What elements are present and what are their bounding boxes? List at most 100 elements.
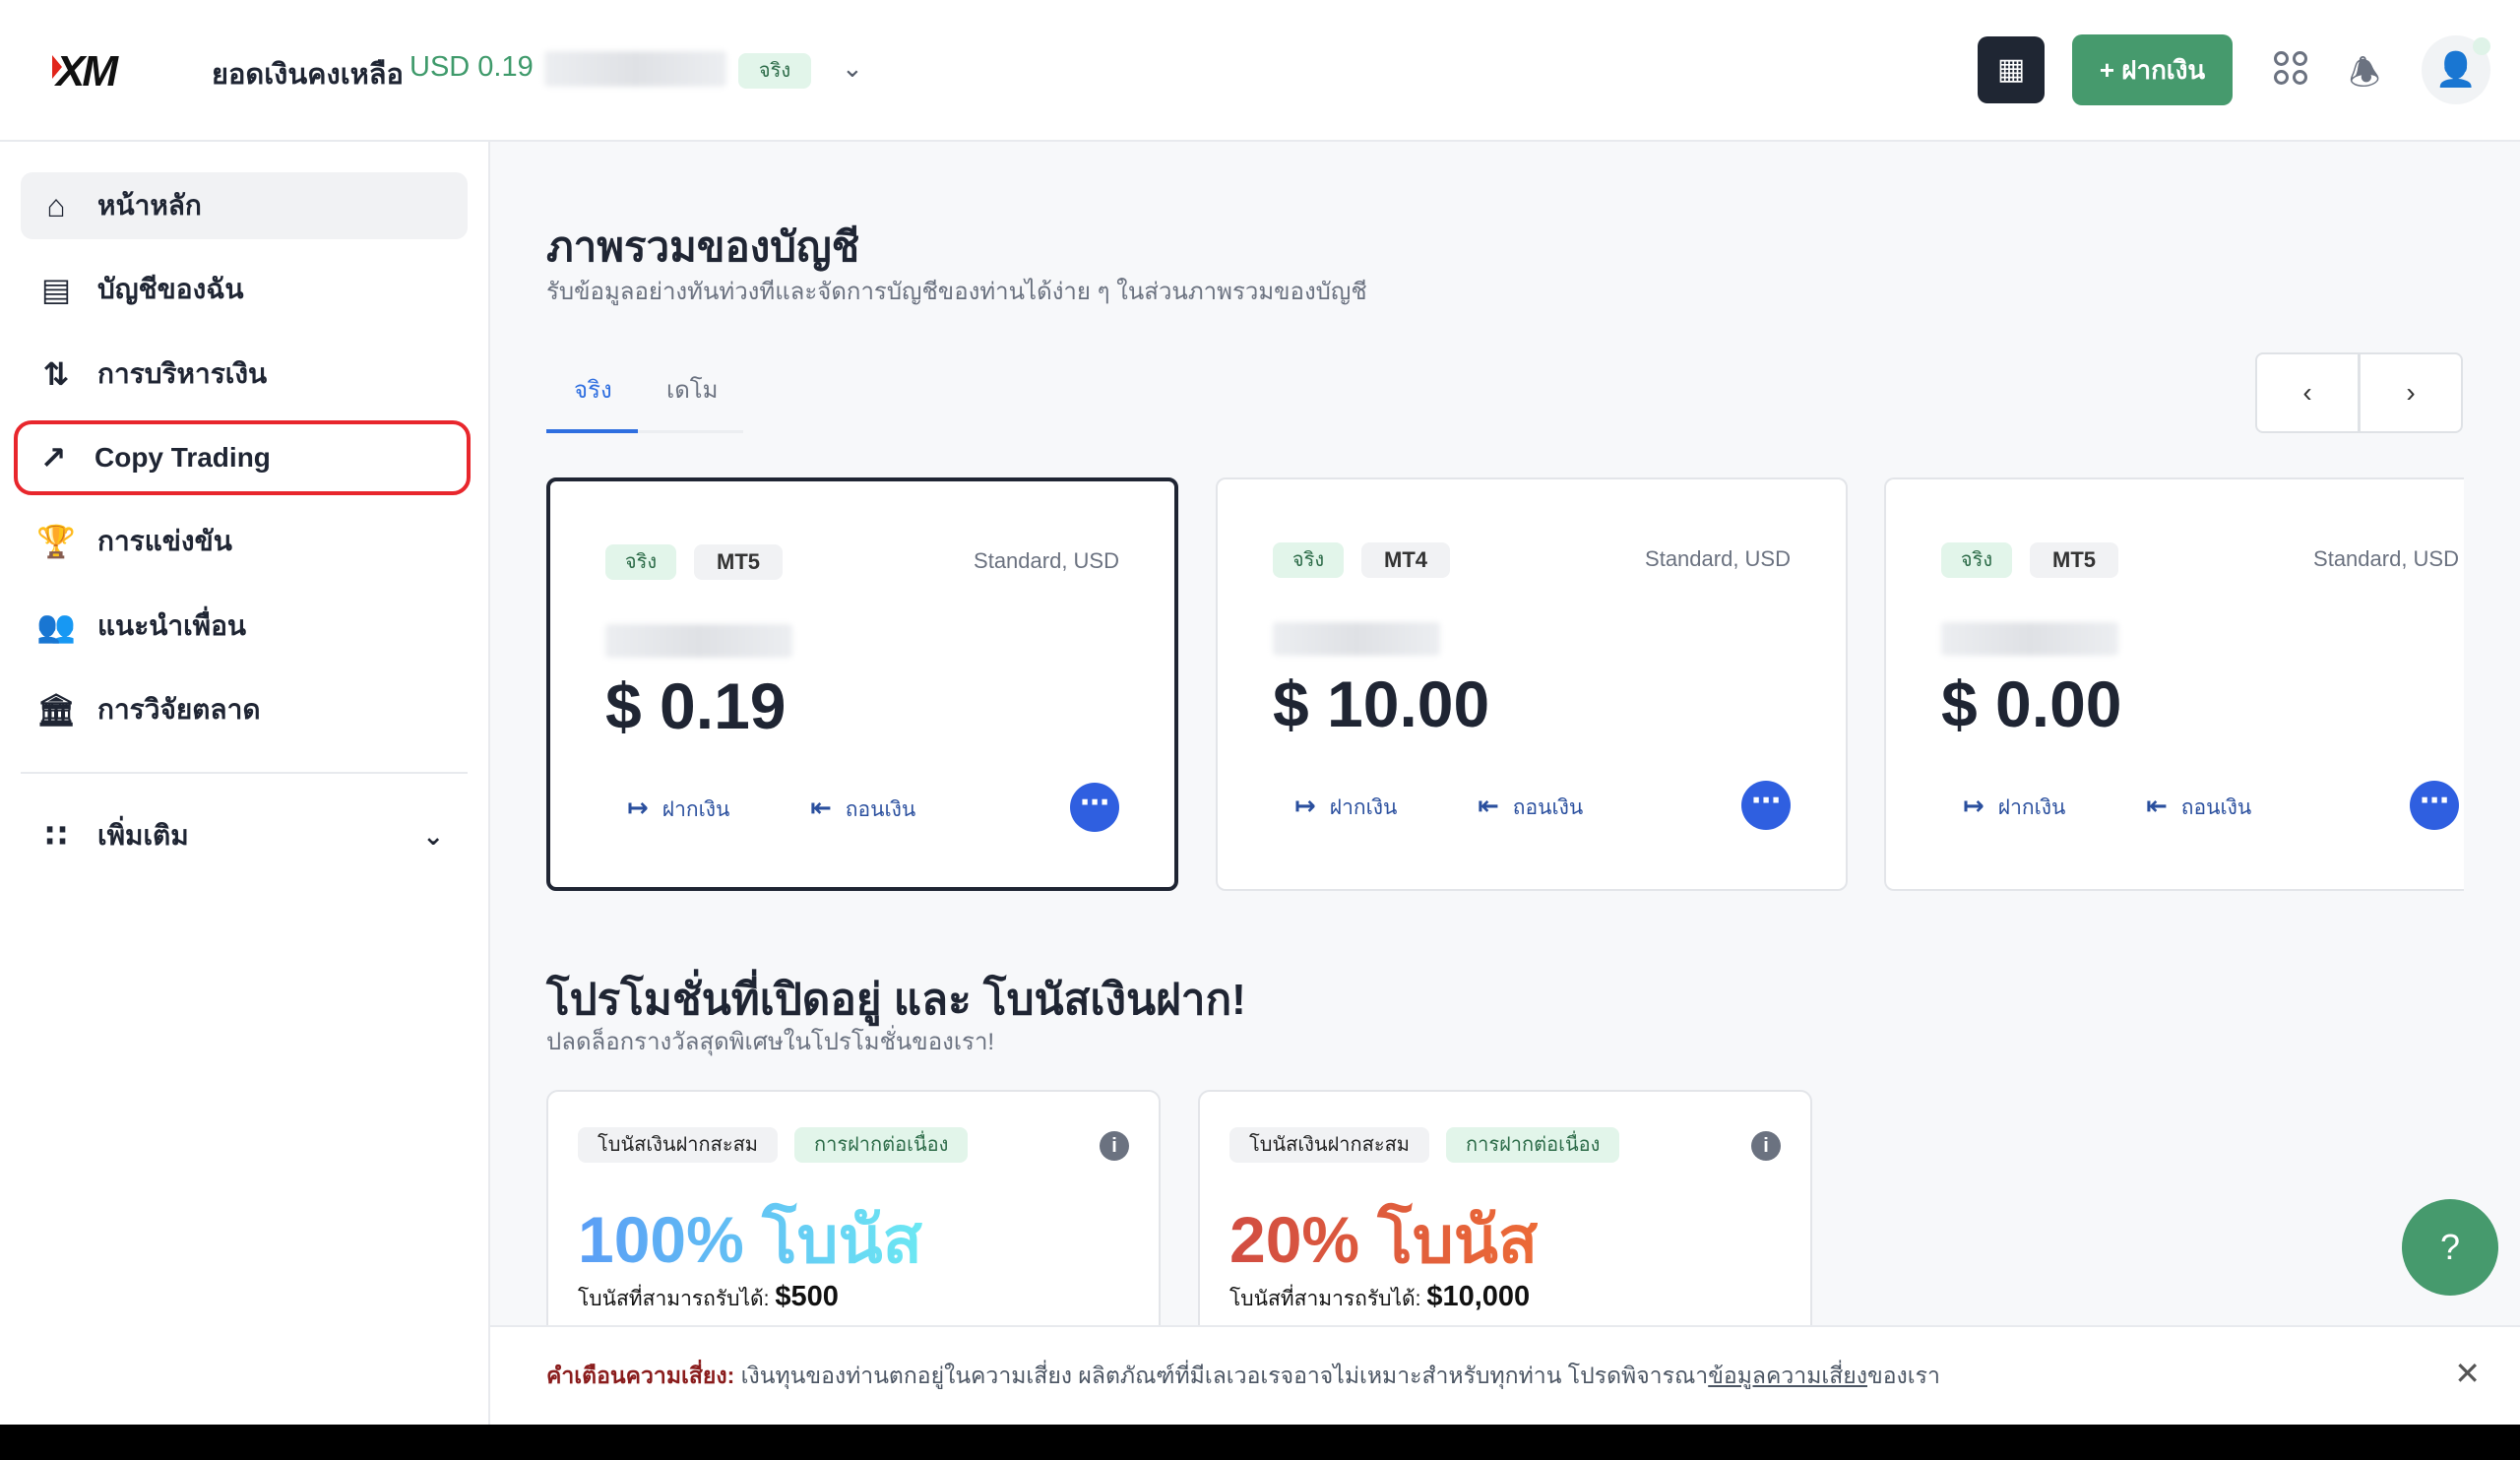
- sidebar-item-funds[interactable]: ⇅ การบริหารเงิน: [21, 341, 468, 408]
- sidebar-item-more[interactable]: ∷ เพิ่มเติม ⌄: [21, 802, 468, 869]
- promo-headline: 100% โบนัส: [578, 1188, 922, 1292]
- apps-grid-icon: ∷: [44, 818, 68, 854]
- promo-card[interactable]: โบนัสเงินฝากสะสม การฝากต่อเนื่อง i 20% โ…: [1198, 1090, 1812, 1365]
- promotions-subtitle: ปลดล็อกรางวัลสุดพิเศษในโปรโมชั่นของเรา!: [546, 1029, 995, 1055]
- more-options-button[interactable]: ⋯: [1741, 781, 1791, 830]
- deposit-label: ฝากเงิน: [1997, 796, 2066, 819]
- sidebar-divider: [21, 772, 468, 774]
- bank-icon: 🏛: [36, 692, 77, 728]
- promo-max-bonus: โบนัสที่สามารถรับได้: $10,000: [1229, 1281, 1530, 1315]
- warning-body: เงินทุนของท่านตกอยู่ในความเสี่ยง ผลิตภัณ…: [734, 1363, 1709, 1388]
- next-button[interactable]: ›: [2359, 352, 2463, 433]
- platform-badge: MT5: [694, 544, 783, 580]
- deposit-icon: ↦: [627, 793, 649, 822]
- sidebar-item-label: การแข่งขัน: [97, 526, 232, 556]
- sidebar-item-research[interactable]: 🏛 การวิจัยตลาด: [21, 676, 468, 743]
- account-type: Standard, USD: [974, 548, 1119, 573]
- active-tab-indicator: [546, 429, 638, 433]
- promo-tag: โบนัสเงินฝากสะสม: [578, 1127, 778, 1163]
- balance-label: ยอดเงินคงเหลือ: [212, 59, 404, 91]
- prev-button[interactable]: ‹: [2255, 352, 2360, 433]
- account-type-badge: จริง: [1941, 542, 2012, 578]
- account-number-blurred: [1941, 622, 2118, 656]
- withdraw-link[interactable]: ⇤ ถอนเงิน: [810, 793, 915, 826]
- sidebar-item-label: แนะนำเพื่อน: [97, 610, 247, 641]
- withdraw-link[interactable]: ⇤ ถอนเงิน: [2146, 791, 2251, 824]
- info-icon[interactable]: i: [1751, 1131, 1781, 1161]
- sidebar-item-my-accounts[interactable]: ▤ บัญชีของฉัน: [21, 256, 468, 323]
- account-card[interactable]: จริง MT5 Standard, USD $ 0.19 ↦ ฝากเงิน ⇤…: [546, 477, 1178, 891]
- sidebar-item-label: เพิ่มเติม: [97, 820, 189, 851]
- deposit-link[interactable]: ↦ ฝากเงิน: [1294, 791, 1397, 824]
- withdraw-label: ถอนเงิน: [1512, 796, 1584, 819]
- balance-value: USD 0.19: [410, 51, 534, 83]
- bell-icon[interactable]: 🕭: [2349, 47, 2380, 107]
- info-icon[interactable]: i: [1100, 1131, 1129, 1161]
- close-icon[interactable]: ✕: [2454, 1355, 2481, 1392]
- sidebar-item-home[interactable]: ⌂ หน้าหลัก: [21, 172, 468, 239]
- deposit-icon: ↦: [1294, 791, 1316, 820]
- bottom-bar: [0, 1425, 2520, 1460]
- warning-label: คำเตือนความเสี่ยง:: [546, 1363, 735, 1388]
- deposit-link[interactable]: ↦ ฝากเงิน: [1963, 791, 2065, 824]
- deposit-button[interactable]: + ฝากเงิน: [2072, 34, 2233, 105]
- risk-warning-bar: คำเตือนความเสี่ยง: เงินทุนของท่านตกอยู่ใ…: [490, 1325, 2520, 1425]
- account-card[interactable]: จริง MT5 Standard, USD $ 0.00 ↦ ฝากเงิน ⇤…: [1884, 477, 2520, 891]
- promo-tag: โบนัสเงินฝากสะสม: [1229, 1127, 1429, 1163]
- account-card[interactable]: จริง MT4 Standard, USD $ 10.00 ↦ ฝากเงิน …: [1216, 477, 1848, 891]
- account-balance: $ 0.19: [605, 669, 787, 742]
- withdraw-icon: ⇤: [810, 793, 832, 822]
- sidebar-item-label: บัญชีของฉัน: [97, 274, 244, 304]
- carousel-mask: [2464, 473, 2520, 896]
- promo-tag: การฝากต่อเนื่อง: [1446, 1127, 1620, 1163]
- deposit-icon: ↦: [1963, 791, 1984, 820]
- platform-badge: MT5: [2030, 542, 2118, 578]
- withdraw-link[interactable]: ⇤ ถอนเงิน: [1478, 791, 1583, 824]
- transfer-arrows-icon: ⇅: [42, 356, 70, 392]
- apps-grid-icon[interactable]: [2274, 51, 2307, 85]
- withdraw-label: ถอนเงิน: [845, 798, 916, 821]
- account-type-badge: จริง: [738, 53, 811, 89]
- sidebar-item-label: การบริหารเงิน: [97, 358, 268, 389]
- help-chat-button[interactable]: ?: [2402, 1199, 2498, 1296]
- chevron-down-icon: ⌄: [422, 820, 444, 851]
- sidebar-item-competitions[interactable]: 🏆 การแข่งขัน: [21, 508, 468, 575]
- status-dot: [2473, 37, 2490, 55]
- sidebar-item-label: การวิจัยตลาด: [97, 694, 261, 725]
- sidebar-item-label: Copy Trading: [94, 442, 271, 473]
- warning-suffix: ของเรา: [1866, 1363, 1940, 1388]
- users-icon: 👥: [36, 608, 76, 644]
- sidebar-item-copy-trading[interactable]: ↗ Copy Trading: [14, 420, 471, 495]
- page-title: ภาพรวมของบัญชี: [546, 223, 860, 270]
- more-options-button[interactable]: ⋯: [1070, 783, 1119, 832]
- account-dropdown-chevron-icon[interactable]: ⌄: [842, 53, 863, 84]
- deposit-label: ฝากเงิน: [662, 798, 730, 821]
- promo-headline: 20% โบนัส: [1229, 1188, 1538, 1292]
- tab-demo[interactable]: เดโม: [666, 370, 719, 409]
- sidebar: ⌂ หน้าหลัก ▤ บัญชีของฉัน ⇅ การบริหารเงิน ↗ C…: [0, 142, 490, 1425]
- card-icon: ▤: [40, 272, 72, 307]
- account-type: Standard, USD: [1645, 546, 1791, 571]
- more-options-button[interactable]: ⋯: [2410, 781, 2459, 830]
- max-bonus-label: โบนัสที่สามารถรับได้:: [578, 1288, 770, 1310]
- risk-warning-text: คำเตือนความเสี่ยง: เงินทุนของท่านตกอยู่ใ…: [546, 1359, 1940, 1394]
- qr-code-button[interactable]: ▦: [1978, 36, 2045, 103]
- tab-real[interactable]: จริง: [574, 370, 612, 409]
- xm-logo[interactable]: XM: [52, 47, 118, 96]
- platform-badge: MT4: [1361, 542, 1450, 578]
- account-balance: $ 10.00: [1273, 667, 1490, 740]
- page-subtitle: รับข้อมูลอย่างทันท่วงทีและจัดการบัญชีของ…: [546, 279, 1367, 305]
- max-bonus-label: โบนัสที่สามารถรับได้:: [1229, 1288, 1421, 1310]
- account-balance: $ 0.00: [1941, 667, 2122, 740]
- promo-card[interactable]: โบนัสเงินฝากสะสม การฝากต่อเนื่อง i 100% …: [546, 1090, 1161, 1365]
- risk-info-link[interactable]: ข้อมูลความเสี่ยง: [1708, 1363, 1867, 1388]
- account-number-blurred: [544, 51, 726, 87]
- sidebar-item-refer-friend[interactable]: 👥 แนะนำเพื่อน: [21, 593, 468, 660]
- sidebar-item-label: หน้าหลัก: [97, 190, 202, 221]
- withdraw-icon: ⇤: [2146, 791, 2168, 820]
- max-bonus-value: $500: [775, 1281, 839, 1312]
- account-number-blurred: [605, 624, 792, 658]
- deposit-link[interactable]: ↦ ฝากเงิน: [627, 793, 729, 826]
- account-type: Standard, USD: [2313, 546, 2459, 571]
- trending-up-icon: ↗: [39, 440, 67, 476]
